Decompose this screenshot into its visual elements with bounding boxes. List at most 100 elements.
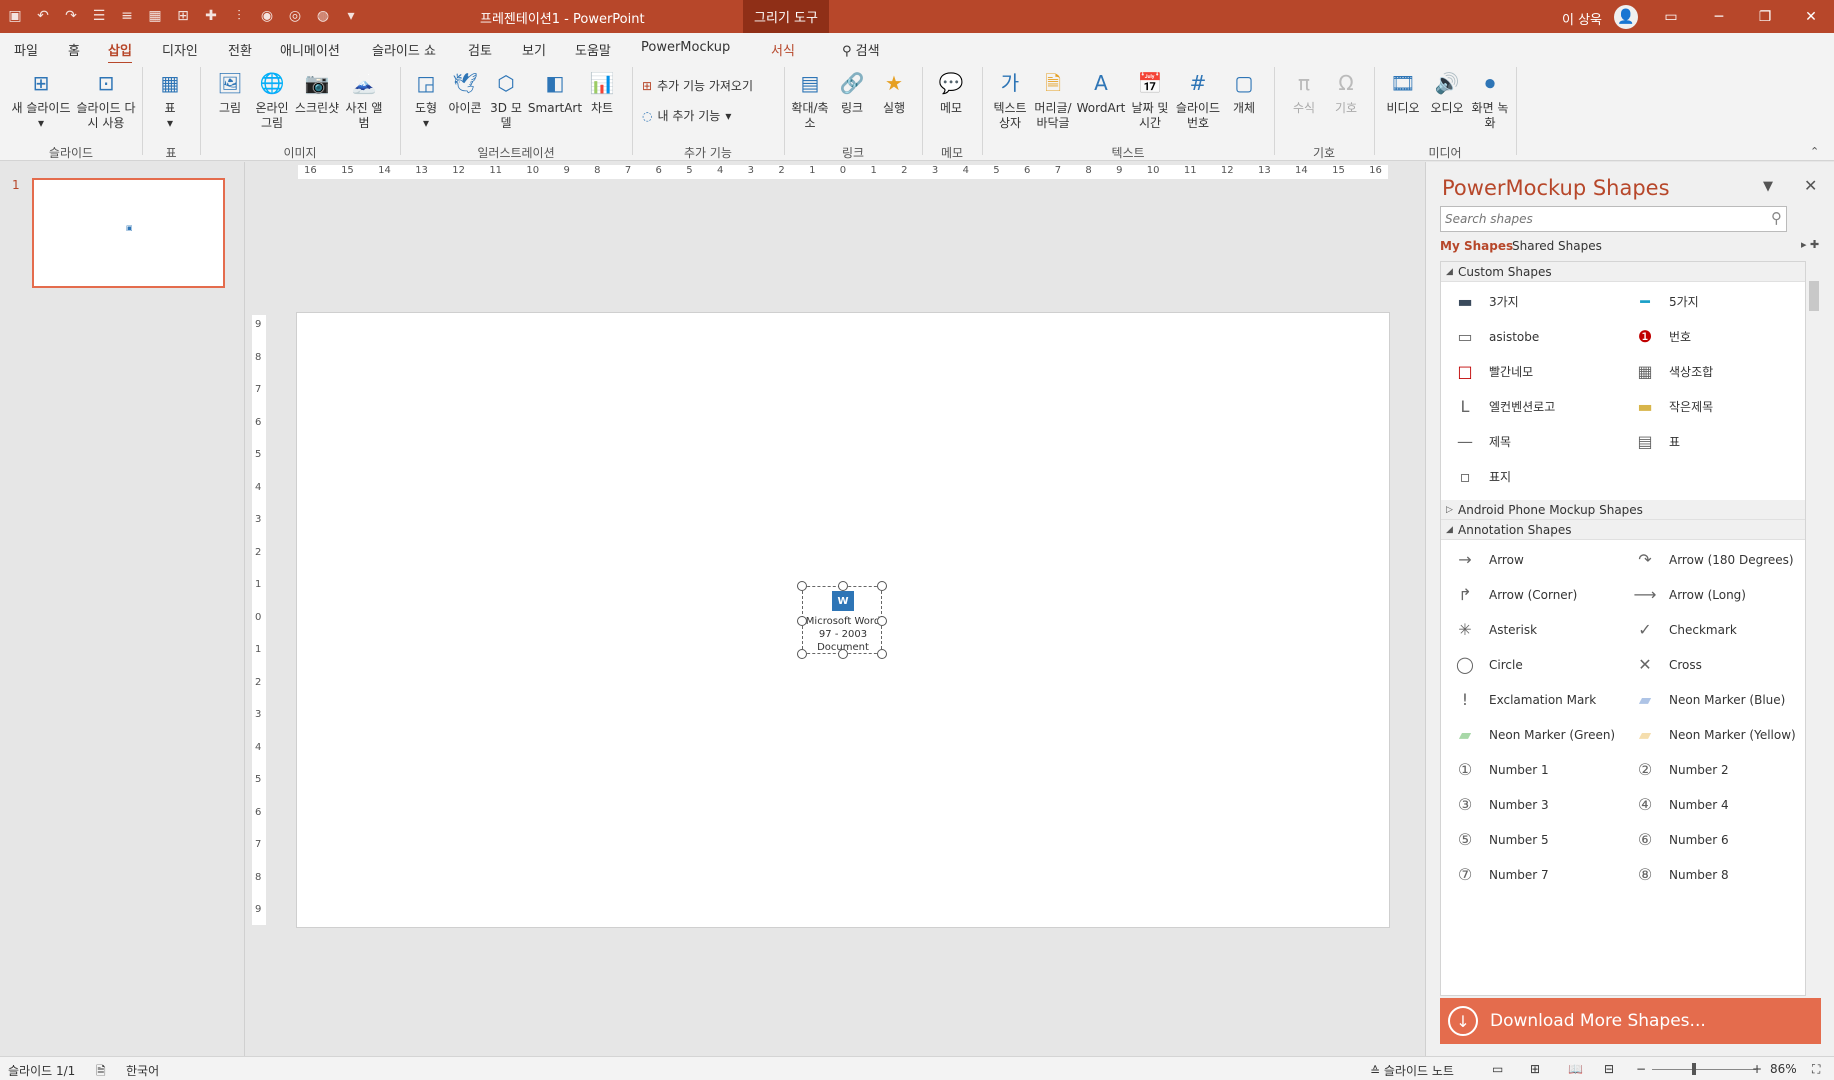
ribbon-display-options-icon[interactable]: ▭	[1648, 0, 1694, 33]
shape-item[interactable]: ② Number 2	[1621, 752, 1801, 787]
pane-close-icon[interactable]: ✕	[1804, 176, 1817, 195]
shape-item[interactable]: ▦ 색상조합	[1621, 354, 1801, 389]
customize-qat-icon[interactable]: ▾	[340, 6, 362, 26]
resize-handle[interactable]	[797, 616, 807, 626]
spellcheck-icon[interactable]: 🗎	[96, 1062, 106, 1080]
resize-handle[interactable]	[877, 649, 887, 659]
collapse-ribbon-icon[interactable]: ⌃	[1810, 145, 1819, 158]
shape-item[interactable]: — 제목	[1441, 424, 1621, 459]
pane-tab-nav-icon[interactable]: ▸ ✚	[1801, 238, 1819, 251]
pane-options-icon[interactable]: ▼	[1763, 179, 1773, 194]
tab-help[interactable]: 도움말	[575, 40, 611, 59]
shape-item[interactable]: ⟶ Arrow (Long)	[1621, 577, 1801, 612]
shape-item[interactable]: ✓ Checkmark	[1621, 612, 1801, 647]
reading-view-icon[interactable]: 📖	[1568, 1062, 1583, 1076]
audio-button[interactable]: 🔊 오디오	[1426, 68, 1468, 116]
minimize-icon[interactable]: ─	[1696, 0, 1742, 33]
tab-insert[interactable]: 삽입	[108, 40, 132, 65]
equation-button[interactable]: π 수식	[1284, 68, 1324, 116]
object-button[interactable]: ▢ 개체	[1224, 68, 1264, 116]
shape-item[interactable]: ▬ 3가지	[1441, 284, 1621, 319]
online-picture-button[interactable]: 🌐 온라인 그림	[250, 68, 294, 131]
zoom-button[interactable]: ▤ 확대/축소	[790, 68, 830, 131]
zoom-slider[interactable]	[1652, 1069, 1756, 1070]
horizontal-ruler[interactable]: 16 15 14 13 12 11 10 9 8 7 6 5 4 3 2 1 0 1 2 3 4 5 6 7 8 9 10 11 12 1…	[298, 165, 1388, 179]
user-name[interactable]: 이 상욱	[1562, 9, 1602, 28]
download-more-shapes-button[interactable]: ↓ Download More Shapes...	[1440, 998, 1821, 1044]
normal-view-icon[interactable]: ▭	[1492, 1062, 1503, 1076]
shape-item[interactable]: ▰ Neon Marker (Green)	[1441, 717, 1621, 752]
get-addins-button[interactable]: ⊞ 추가 기능 가져오기	[642, 77, 753, 94]
table-icon[interactable]: ▦	[144, 6, 166, 26]
header-footer-button[interactable]: 🗎 머리글/바닥글	[1032, 68, 1074, 131]
zoom-slider-knob[interactable]	[1692, 1063, 1696, 1075]
tell-me-search[interactable]: ⚲ 검색	[842, 40, 880, 59]
add-icon[interactable]: ✚	[200, 6, 222, 26]
tab-file[interactable]: 파일	[14, 40, 38, 59]
shapes-button[interactable]: ◲ 도형 ▾	[408, 68, 444, 131]
textbox-button[interactable]: 가 텍스트 상자	[990, 68, 1030, 131]
shape-item[interactable]: ! Exclamation Mark	[1441, 682, 1621, 717]
video-button[interactable]: 🎞 비디오	[1382, 68, 1424, 116]
resize-handle[interactable]	[838, 649, 848, 659]
tab-home[interactable]: 홈	[68, 40, 80, 59]
shape-section-header[interactable]: ▷ Android Phone Mockup Shapes	[1441, 500, 1805, 520]
avatar[interactable]: 👤	[1614, 5, 1638, 29]
shape-item[interactable]: ⑦ Number 7	[1441, 857, 1621, 892]
shape-item[interactable]: ④ Number 4	[1621, 787, 1801, 822]
shape-item[interactable]: ① Number 1	[1441, 752, 1621, 787]
resize-handle[interactable]	[797, 581, 807, 591]
3d-models-button[interactable]: ⬡ 3D 모델	[486, 68, 526, 131]
tab-animations[interactable]: 애니메이션	[280, 40, 340, 59]
tab-powermockup[interactable]: PowerMockup	[641, 40, 730, 55]
resize-handle[interactable]	[838, 581, 848, 591]
grid-icon[interactable]: ⊞	[172, 6, 194, 26]
table-button[interactable]: ▦ 표 ▾	[152, 68, 188, 131]
my-addins-button[interactable]: ◌ 내 추가 기능 ▾	[642, 107, 731, 124]
symbol-button[interactable]: Ω 기호	[1326, 68, 1366, 116]
shape-search-input[interactable]	[1445, 208, 1755, 230]
resize-handle[interactable]	[797, 649, 807, 659]
zoom-out-icon[interactable]: −	[1636, 1062, 1646, 1076]
shape-combine-icon[interactable]: ◎	[284, 6, 306, 26]
tab-shared-shapes[interactable]: Shared Shapes	[1512, 239, 1602, 253]
wordart-button[interactable]: A WordArt	[1076, 68, 1126, 116]
slide-thumbnail[interactable]: ▣	[32, 178, 225, 288]
shape-intersect-icon[interactable]: ◍	[312, 6, 334, 26]
comment-button[interactable]: 💬 메모	[930, 68, 972, 116]
date-time-button[interactable]: 📅 날짜 및 시간	[1128, 68, 1172, 131]
maximize-icon[interactable]: ❐	[1742, 0, 1788, 33]
numbering-icon[interactable]: ≡	[116, 6, 138, 26]
shape-item[interactable]: ✳ Asterisk	[1441, 612, 1621, 647]
fit-slide-icon[interactable]: ⛶	[1812, 1062, 1820, 1077]
shape-item[interactable]: ◯ Circle	[1441, 647, 1621, 682]
shape-item[interactable]: L 엘컨벤션로고	[1441, 389, 1621, 424]
shape-item[interactable]: ▰ Neon Marker (Blue)	[1621, 682, 1801, 717]
language-indicator[interactable]: 한국어	[126, 1062, 159, 1079]
screen-recording-button[interactable]: ⏺ 화면 녹화	[1470, 68, 1510, 131]
tab-my-shapes[interactable]: My Shapes	[1440, 239, 1513, 253]
zoom-in-icon[interactable]: +	[1752, 1062, 1762, 1076]
tab-format[interactable]: 서식	[771, 40, 795, 59]
tab-design[interactable]: 디자인	[162, 40, 198, 59]
shape-section-header[interactable]: ◢ Annotation Shapes	[1441, 520, 1805, 540]
icons-button[interactable]: 🕊 아이콘	[446, 68, 484, 116]
reuse-slides-button[interactable]: ⊡ 슬라이드 다시 사용	[76, 68, 136, 131]
slide-number-button[interactable]: # 슬라이드 번호	[1174, 68, 1222, 131]
shape-item[interactable]: ✕ Cross	[1621, 647, 1801, 682]
screenshot-button[interactable]: 📷 스크린샷	[294, 68, 340, 116]
undo-icon[interactable]: ↶	[32, 6, 54, 26]
new-slide-button[interactable]: ⊞ 새 슬라이드 ▾	[8, 68, 74, 131]
shape-item[interactable]: ⑤ Number 5	[1441, 822, 1621, 857]
action-button[interactable]: ★ 실행	[874, 68, 914, 116]
embedded-word-object[interactable]: W Microsoft Word 97 - 2003 Document	[797, 581, 887, 659]
tab-view[interactable]: 보기	[522, 40, 546, 59]
shape-item[interactable]: ↱ Arrow (Corner)	[1441, 577, 1621, 612]
shape-item[interactable]: ▫ 표지	[1441, 459, 1621, 494]
search-icon[interactable]: ⚲	[1771, 209, 1782, 227]
photo-album-button[interactable]: 🗻 사진 앨범	[342, 68, 386, 131]
vertical-ruler[interactable]: 9 8 7 6 5 4 3 2 1 0 1 2 3 4 5 6 7 8 9	[252, 315, 266, 925]
shape-item[interactable]: ❶ 번호	[1621, 319, 1801, 354]
notes-button[interactable]: ≙ 슬라이드 노트	[1370, 1062, 1454, 1079]
link-button[interactable]: 🔗 링크	[832, 68, 872, 116]
